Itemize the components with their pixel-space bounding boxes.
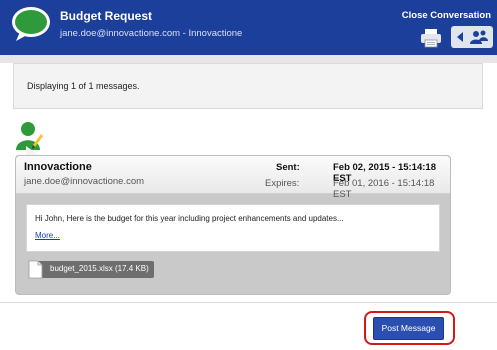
header-bar: Budget Request jane.doe@innovactione.com… [0, 0, 497, 55]
page: Budget Request jane.doe@innovactione.com… [0, 0, 497, 350]
arrow-left-icon [457, 32, 463, 42]
people-icon [470, 30, 488, 44]
sender-name: Innovactione [24, 161, 92, 173]
file-icon [28, 260, 43, 279]
conversation-title: Budget Request [60, 9, 153, 23]
header-divider [0, 55, 497, 63]
expires-date: Feb 01, 2016 - 15:14:18 EST [333, 178, 435, 200]
status-bar: Displaying 1 of 1 messages. [13, 63, 483, 109]
post-message-button[interactable]: Post Message [373, 317, 444, 340]
participants-toggle-button[interactable] [451, 26, 493, 48]
message-text: Hi John, Here is the budget for this yea… [35, 214, 344, 223]
close-conversation-link[interactable]: Close Conversation [402, 10, 491, 21]
message-body: Hi John, Here is the budget for this yea… [26, 204, 440, 252]
chat-bubble-icon [12, 7, 50, 41]
more-link[interactable]: More... [35, 231, 60, 240]
message-card: Innovactione jane.doe@innovactione.com S… [15, 155, 451, 295]
footer-divider [0, 302, 497, 303]
message-count-text: Displaying 1 of 1 messages. [27, 81, 140, 91]
expires-label: Expires: [265, 178, 300, 189]
message-header: Innovactione jane.doe@innovactione.com S… [16, 156, 450, 200]
attachment-name: budget_2015.xlsx (17.4 KB) [50, 264, 149, 273]
sender-email: jane.doe@innovactione.com [24, 176, 145, 187]
conversation-subtitle: jane.doe@innovactione.com - Innovactione [60, 28, 243, 39]
printer-icon[interactable] [420, 28, 442, 48]
attachment-chip[interactable]: budget_2015.xlsx (17.4 KB) [28, 260, 154, 279]
sent-label: Sent: [276, 162, 300, 173]
